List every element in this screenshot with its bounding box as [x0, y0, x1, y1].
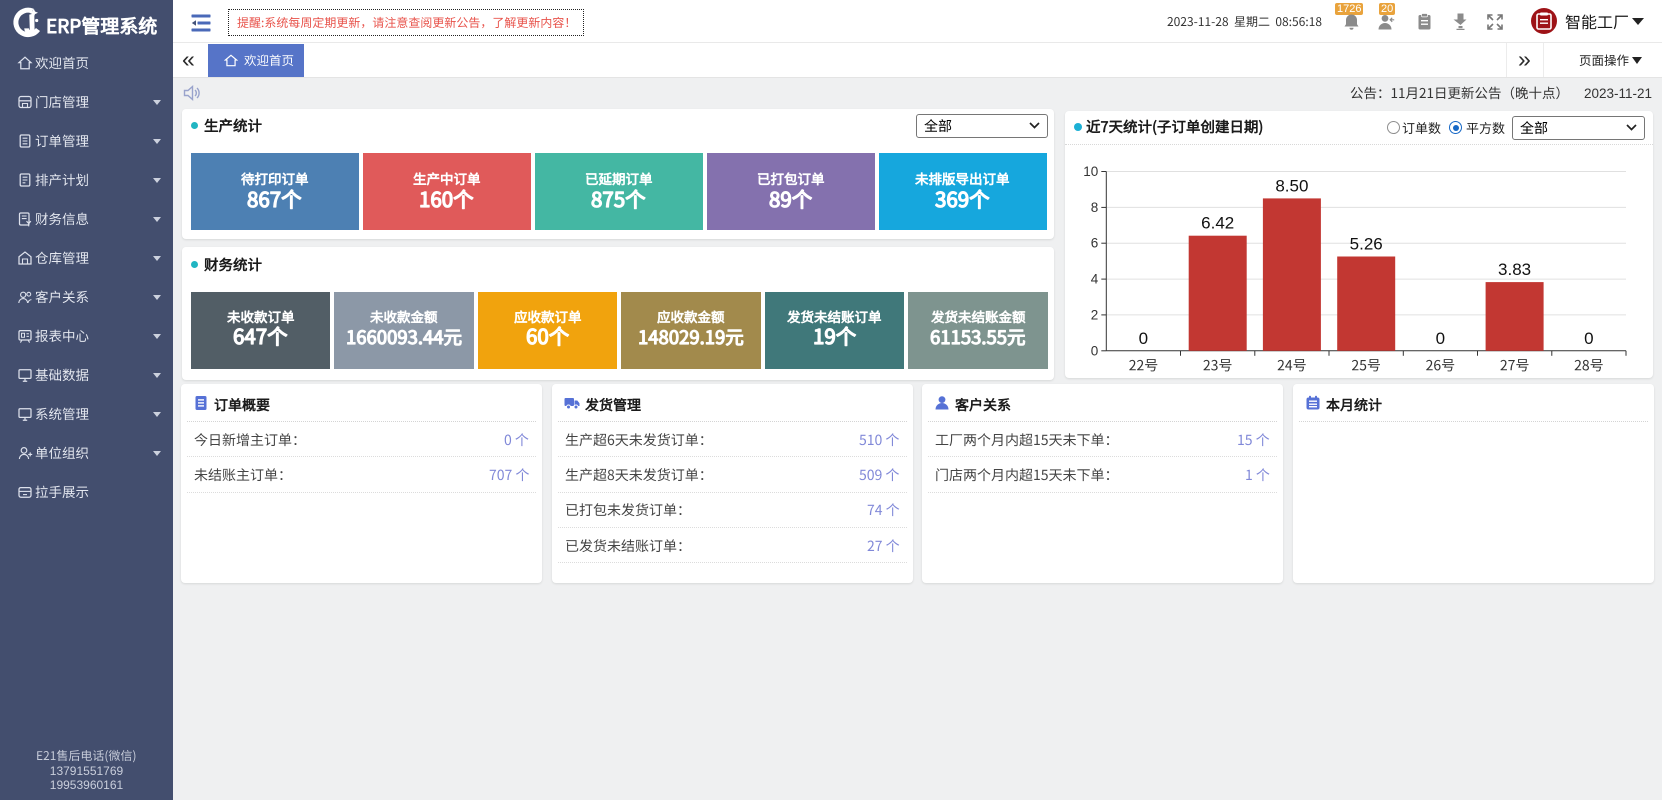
svg-text:3.83: 3.83 [1498, 260, 1531, 279]
svg-text:2: 2 [1091, 307, 1099, 322]
svg-text:0: 0 [1091, 343, 1099, 358]
svg-text:10: 10 [1083, 164, 1098, 179]
svg-text:8.50: 8.50 [1275, 176, 1308, 195]
svg-text:0: 0 [1436, 329, 1445, 348]
svg-text:6: 6 [1091, 236, 1099, 251]
svg-text:4: 4 [1091, 272, 1099, 287]
svg-text:8: 8 [1091, 200, 1099, 215]
svg-text:5.26: 5.26 [1350, 235, 1383, 254]
svg-text:6.42: 6.42 [1201, 214, 1234, 233]
svg-text:0: 0 [1584, 329, 1593, 348]
svg-text:0: 0 [1139, 329, 1148, 348]
